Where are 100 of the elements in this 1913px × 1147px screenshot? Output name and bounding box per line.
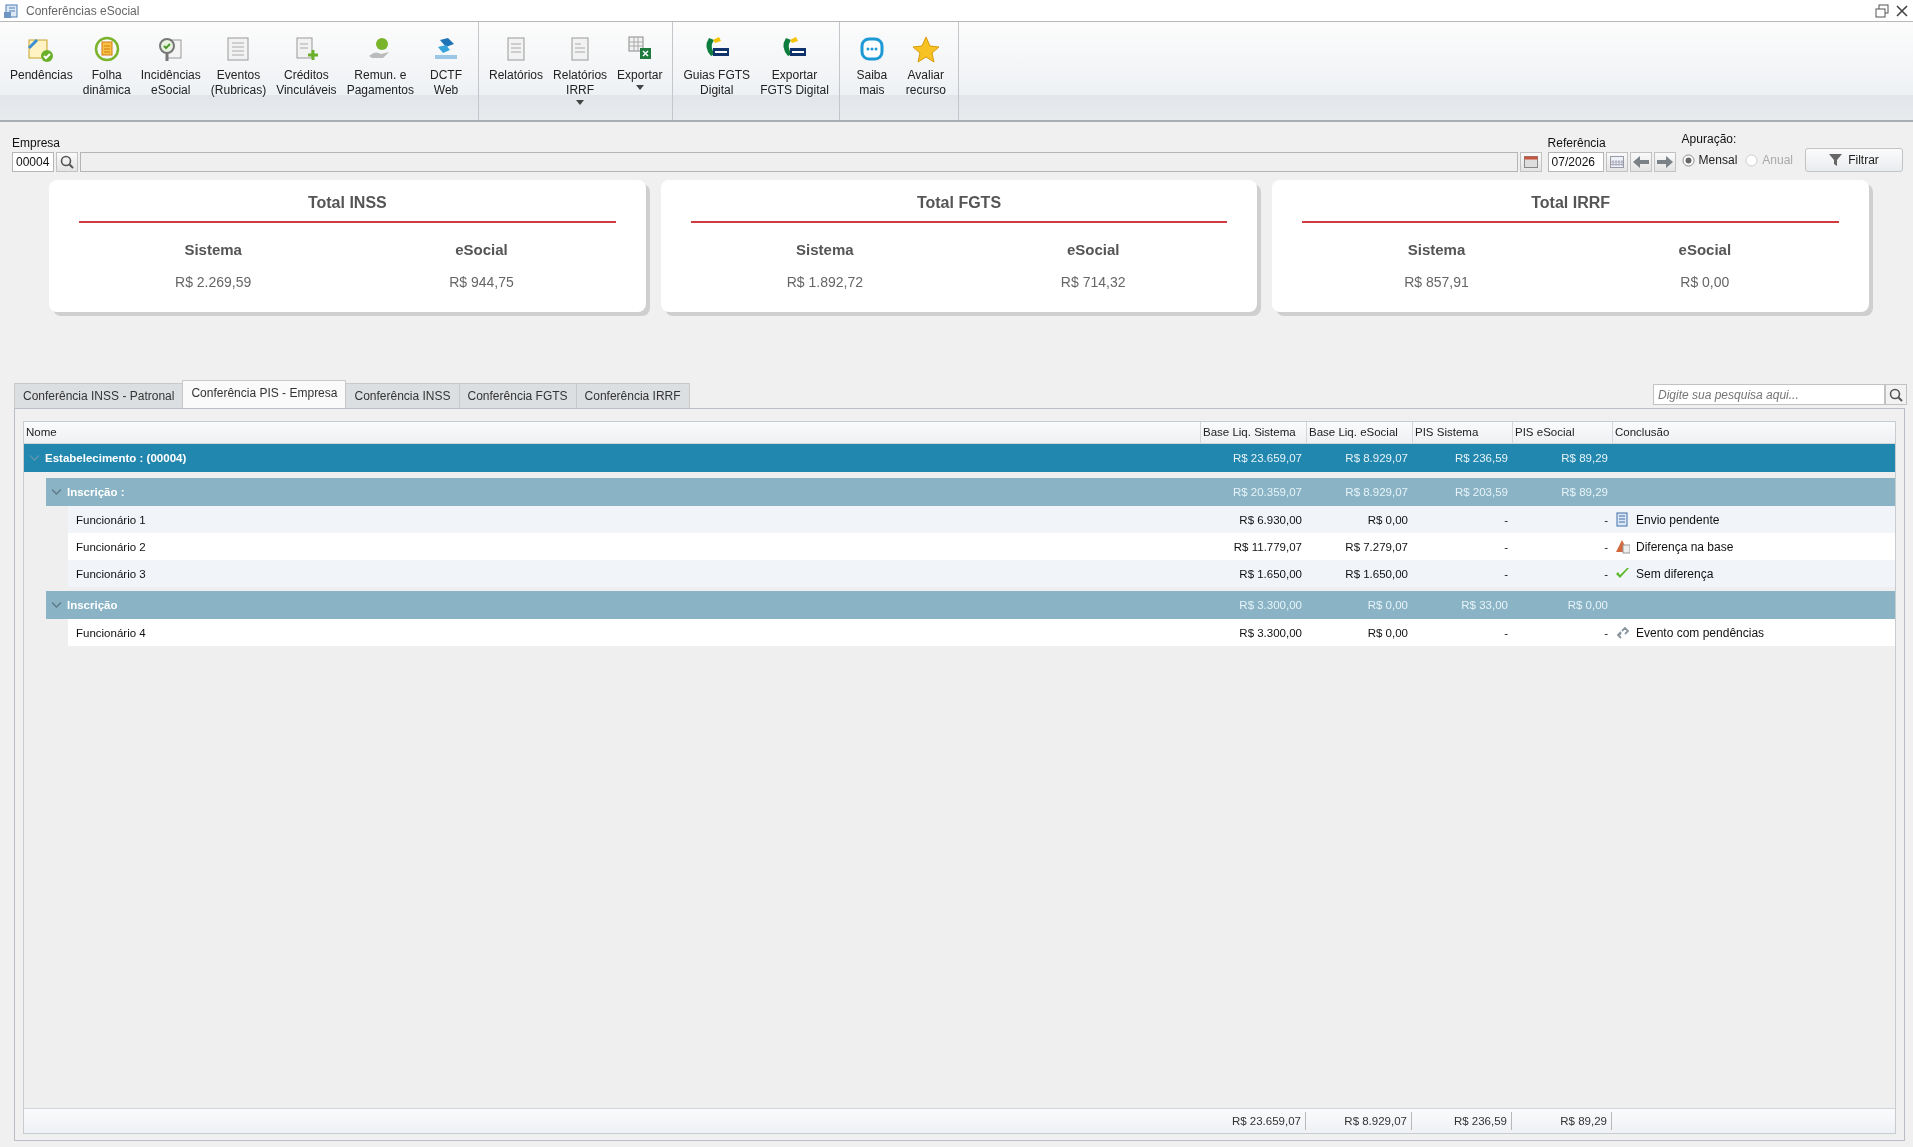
sistema-label: Sistema [795, 241, 855, 258]
apuracao-label: Apuração: [1681, 132, 1738, 146]
restore-icon[interactable] [1875, 3, 1889, 18]
value-cell-text: R$ 33,00 [1460, 599, 1509, 611]
toolbar-button[interactable]: Relatórios IRRF [549, 34, 612, 109]
toolbar-button[interactable]: Exportar FGTS Digital [756, 34, 833, 98]
column-header[interactable]: PIS Sistema [1412, 422, 1512, 443]
column-header[interactable]: Base Liq. Sistema [1200, 422, 1306, 443]
calendar-button[interactable] [1605, 152, 1628, 172]
value-cell-text: - [1603, 540, 1609, 553]
total-value: R$ 236,59 [1412, 1112, 1512, 1130]
calendar-button[interactable] [1519, 152, 1542, 172]
toolbar-button[interactable]: Folha dinâmica [78, 34, 135, 98]
toolbar-button[interactable]: Créditos Vinculáveis [272, 34, 341, 98]
chevron-icon[interactable] [52, 489, 61, 495]
total-value: R$ 89,29 [1512, 1112, 1612, 1130]
value-cell-text: - [1603, 567, 1609, 580]
empresa-label: Empresa [12, 136, 62, 150]
conclusion-text: Diferença na base [1636, 539, 1734, 554]
radio-option[interactable]: Mensal [1681, 150, 1738, 170]
referencia-field[interactable]: 07/2026 [1547, 152, 1604, 172]
value-cell-text: R$ 11.779,07 [1232, 540, 1303, 553]
value-cell-text: R$ 3.300,00 [1238, 599, 1303, 611]
toolbar-button[interactable]: Guias FGTS Digital [679, 34, 755, 98]
esocial-label: eSocial [1677, 241, 1733, 258]
group-name: Inscrição : [67, 486, 125, 498]
toolbar-button[interactable]: DCTF Web [420, 34, 472, 98]
total-value: R$ 23.659,07 [1200, 1112, 1306, 1130]
toolbar-button[interactable]: Relatórios [485, 34, 548, 83]
sistema-value: R$ 1.892,72 [785, 274, 864, 290]
previous-button[interactable] [1629, 152, 1652, 172]
value-cell-text: - [1503, 567, 1509, 580]
value-cell-text: - [1603, 513, 1609, 526]
arrow-left-icon [1632, 156, 1649, 168]
column-header[interactable]: Conclusão [1612, 422, 1895, 443]
sistema-label: Sistema [1406, 241, 1467, 258]
employee-name: Funcionário 3 [76, 567, 146, 580]
toolbar-button[interactable]: Pendências [6, 34, 77, 83]
sistema-label: Sistema [183, 241, 243, 258]
toolbar-button[interactable]: Avaliar recurso [899, 34, 952, 98]
employee-name: Funcionário 4 [76, 626, 146, 639]
empresa-code-field[interactable]: 00004 [12, 152, 54, 172]
next-button[interactable] [1653, 152, 1676, 172]
value-cell-text: R$ 0,00 [1366, 626, 1409, 639]
value-cell-text: R$ 236,59 [1453, 452, 1509, 464]
toolbar-button[interactable]: Remun. e Pagamentos [342, 34, 418, 98]
toolbar-button[interactable]: Eventos (Rubricas) [206, 34, 271, 98]
close-icon[interactable] [1895, 3, 1909, 18]
card-title: Total FGTS [690, 194, 1228, 223]
value-cell-text: - [1503, 513, 1509, 526]
employee-name: Funcionário 2 [76, 540, 146, 553]
search-icon [1889, 387, 1903, 402]
tab[interactable]: Conferência FGTS [458, 383, 577, 408]
calendar-icon [1523, 156, 1538, 168]
tab[interactable]: Conferência IRRF [575, 383, 690, 408]
column-header[interactable]: Nome [24, 422, 1200, 443]
value-cell-text: R$ 0,00 [1366, 513, 1409, 526]
value-cell-text: - [1503, 626, 1509, 639]
toolbar-button[interactable]: Exportar [613, 34, 667, 94]
tab[interactable]: Conferência INSS [345, 383, 460, 408]
radio-icon[interactable] [1681, 153, 1695, 167]
toolbar-button[interactable]: Incidências eSocial [136, 34, 205, 98]
value-cell-text: - [1503, 540, 1509, 553]
value-cell-text: R$ 8.929,07 [1344, 452, 1409, 464]
window-title: Conferências eSocial [26, 3, 141, 18]
value-cell-text: R$ 89,29 [1560, 452, 1609, 464]
search-field[interactable]: Digite sua pesquisa aqui... [1653, 384, 1885, 405]
tab[interactable]: Conferência INSS - Patronal [14, 383, 184, 408]
toolbar-button[interactable]: Saiba mais [845, 34, 898, 98]
column-header[interactable]: PIS eSocial [1512, 422, 1612, 443]
value-cell-text: R$ 8.929,07 [1344, 486, 1409, 498]
value-cell-text: R$ 203,59 [1453, 486, 1509, 498]
chevron-icon[interactable] [52, 602, 61, 608]
search-icon [60, 155, 74, 169]
value-cell-text: R$ 0,00 [1366, 599, 1409, 611]
card-title: Total INSS [79, 194, 616, 223]
employee-name: Funcionário 1 [76, 513, 146, 526]
esocial-value: R$ 944,75 [448, 274, 515, 290]
conclusion-text: Envio pendente [1636, 512, 1720, 527]
esocial-label: eSocial [1065, 241, 1121, 258]
group-name: Estabelecimento : (00004) [45, 452, 187, 464]
value-cell-text: R$ 23.659,07 [1231, 452, 1303, 464]
calendar-icon [1609, 156, 1624, 168]
value-cell-text: - [1603, 626, 1609, 639]
search-button[interactable] [56, 152, 78, 172]
value-cell-text: R$ 1.650,00 [1238, 567, 1303, 580]
filter-button[interactable]: Filtrar [1805, 148, 1903, 172]
conclusion-text: Evento com pendências [1636, 625, 1765, 640]
tab[interactable]: Conferência PIS - Empresa [182, 380, 347, 408]
group-name: Inscrição [67, 599, 118, 611]
value-cell-text: R$ 20.359,07 [1231, 486, 1303, 498]
referencia-label: Referência [1547, 136, 1607, 150]
search-button[interactable] [1885, 384, 1907, 405]
card-title: Total IRRF [1302, 194, 1839, 223]
esocial-label: eSocial [454, 241, 509, 258]
column-header[interactable]: Base Liq. eSocial [1306, 422, 1412, 443]
value-cell-text: R$ 89,29 [1560, 486, 1609, 498]
value-cell-text: R$ 7.279,07 [1344, 540, 1409, 553]
empresa-name-field[interactable] [80, 152, 1518, 172]
sistema-value: R$ 2.269,59 [174, 274, 253, 290]
